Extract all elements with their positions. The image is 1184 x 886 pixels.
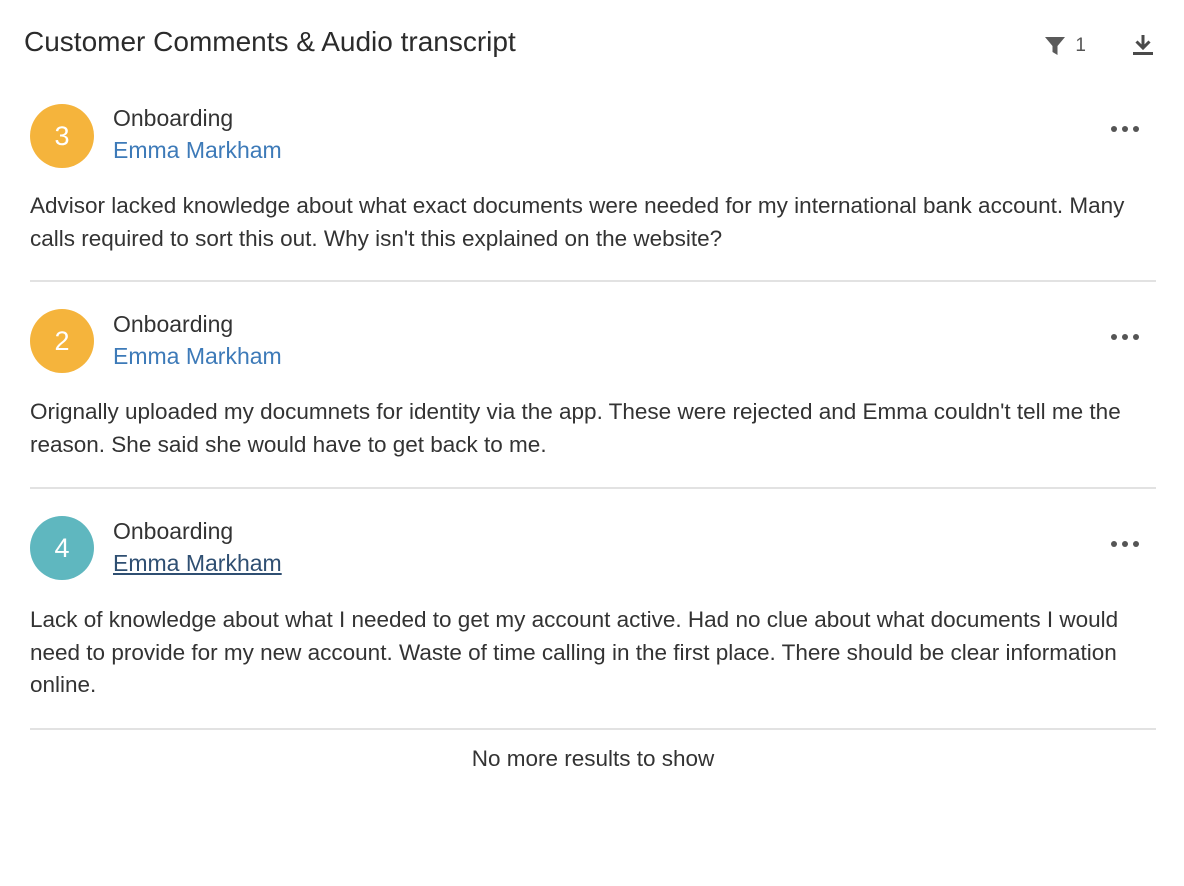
score-badge: 3 <box>30 104 94 168</box>
comment-meta: Onboarding Emma Markham <box>113 515 282 579</box>
filter-icon <box>1045 37 1066 55</box>
end-of-results-message: No more results to show <box>471 746 715 771</box>
comment-card: 2 Onboarding Emma Markham Orignally uplo… <box>30 282 1156 489</box>
advisor-link[interactable]: Emma Markham <box>113 547 282 579</box>
comment-list: 3 Onboarding Emma Markham Advisor lacked… <box>30 96 1156 730</box>
more-options-icon[interactable] <box>1110 331 1140 343</box>
comment-meta: Onboarding Emma Markham <box>113 308 282 372</box>
more-options-icon[interactable] <box>1110 123 1140 135</box>
score-badge: 2 <box>30 309 94 373</box>
comment-card: 3 Onboarding Emma Markham Advisor lacked… <box>30 96 1156 282</box>
filter-count: 1 <box>1075 35 1086 56</box>
comment-text: Orignally uploaded my documnets for iden… <box>30 399 1121 457</box>
comment-text: Lack of knowledge about what I needed to… <box>30 607 1119 697</box>
advisor-link[interactable]: Emma Markham <box>113 134 282 166</box>
comments-panel: Customer Comments & Audio transcript 1 3… <box>0 0 1184 886</box>
download-button[interactable] <box>1130 32 1156 58</box>
comment-category: Onboarding <box>113 311 234 337</box>
comment-category: Onboarding <box>113 518 234 544</box>
comment-meta: Onboarding Emma Markham <box>113 102 282 166</box>
more-options-icon[interactable] <box>1110 538 1140 550</box>
comment-card: 4 Onboarding Emma Markham Lack of knowle… <box>30 489 1156 730</box>
advisor-link[interactable]: Emma Markham <box>113 340 282 372</box>
score-badge: 4 <box>30 516 94 580</box>
panel-header: Customer Comments & Audio transcript 1 <box>24 24 1156 64</box>
download-icon <box>1133 35 1153 55</box>
comment-category: Onboarding <box>113 105 234 131</box>
panel-title: Customer Comments & Audio transcript <box>24 26 516 57</box>
filter-button[interactable]: 1 <box>1044 32 1086 60</box>
comment-text: Advisor lacked knowledge about what exac… <box>30 193 1125 251</box>
